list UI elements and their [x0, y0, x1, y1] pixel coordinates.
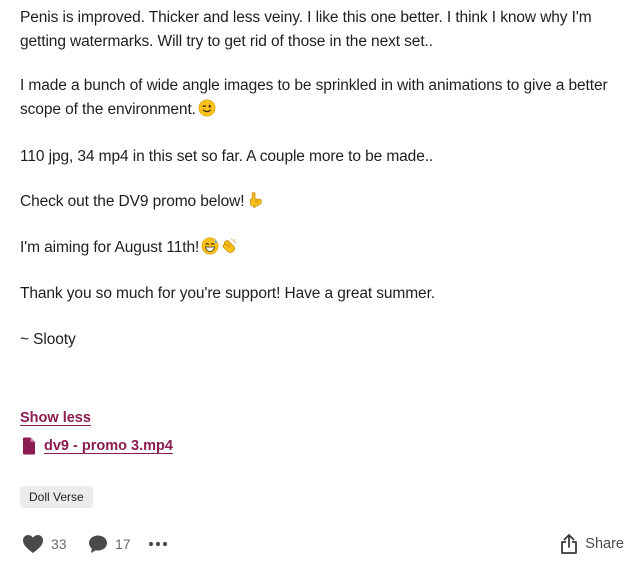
post-actions: 33 17 Share — [22, 531, 624, 557]
comment-count: 17 — [115, 536, 131, 552]
post-paragraph-3: 110 jpg, 34 mp4 in this set so far. A co… — [20, 148, 434, 165]
clapping-hands-emoji — [222, 238, 237, 253]
tag-doll-verse[interactable]: Doll Verse — [20, 486, 93, 508]
winking-face-emoji — [198, 99, 216, 117]
backhand-index-pointing-down-emoji — [250, 192, 263, 208]
attachment-file-name: dv9 - promo 3.mp4 — [44, 438, 173, 454]
show-less-link[interactable]: Show less — [20, 410, 91, 426]
post-paragraph-2: I made a bunch of wide angle images to b… — [20, 77, 608, 118]
post-paragraph-6: Thank you so much for you're support! Ha… — [20, 285, 435, 302]
file-icon — [23, 437, 35, 455]
grinning-face-with-sweat-emoji — [201, 237, 219, 255]
like-count: 33 — [51, 536, 67, 552]
post-paragraph-1: Penis is improved. Thicker and less vein… — [20, 9, 592, 50]
comment-icon — [89, 535, 107, 553]
post-paragraph-5: I'm aiming for August 11th! — [20, 236, 238, 260]
post-paragraph-4: Check out the DV9 promo below! — [20, 190, 264, 214]
post-signature: ~ Slooty — [20, 331, 76, 348]
like-button[interactable]: 33 — [22, 531, 67, 557]
more-options-button[interactable] — [148, 531, 168, 557]
share-button[interactable]: Share — [560, 531, 624, 557]
share-label: Share — [585, 536, 624, 552]
share-icon — [561, 534, 578, 554]
attachment-link[interactable]: dv9 - promo 3.mp4 — [22, 437, 173, 455]
heart-icon — [23, 535, 43, 553]
more-horizontal-icon — [148, 541, 168, 547]
comment-button[interactable]: 17 — [88, 531, 131, 557]
